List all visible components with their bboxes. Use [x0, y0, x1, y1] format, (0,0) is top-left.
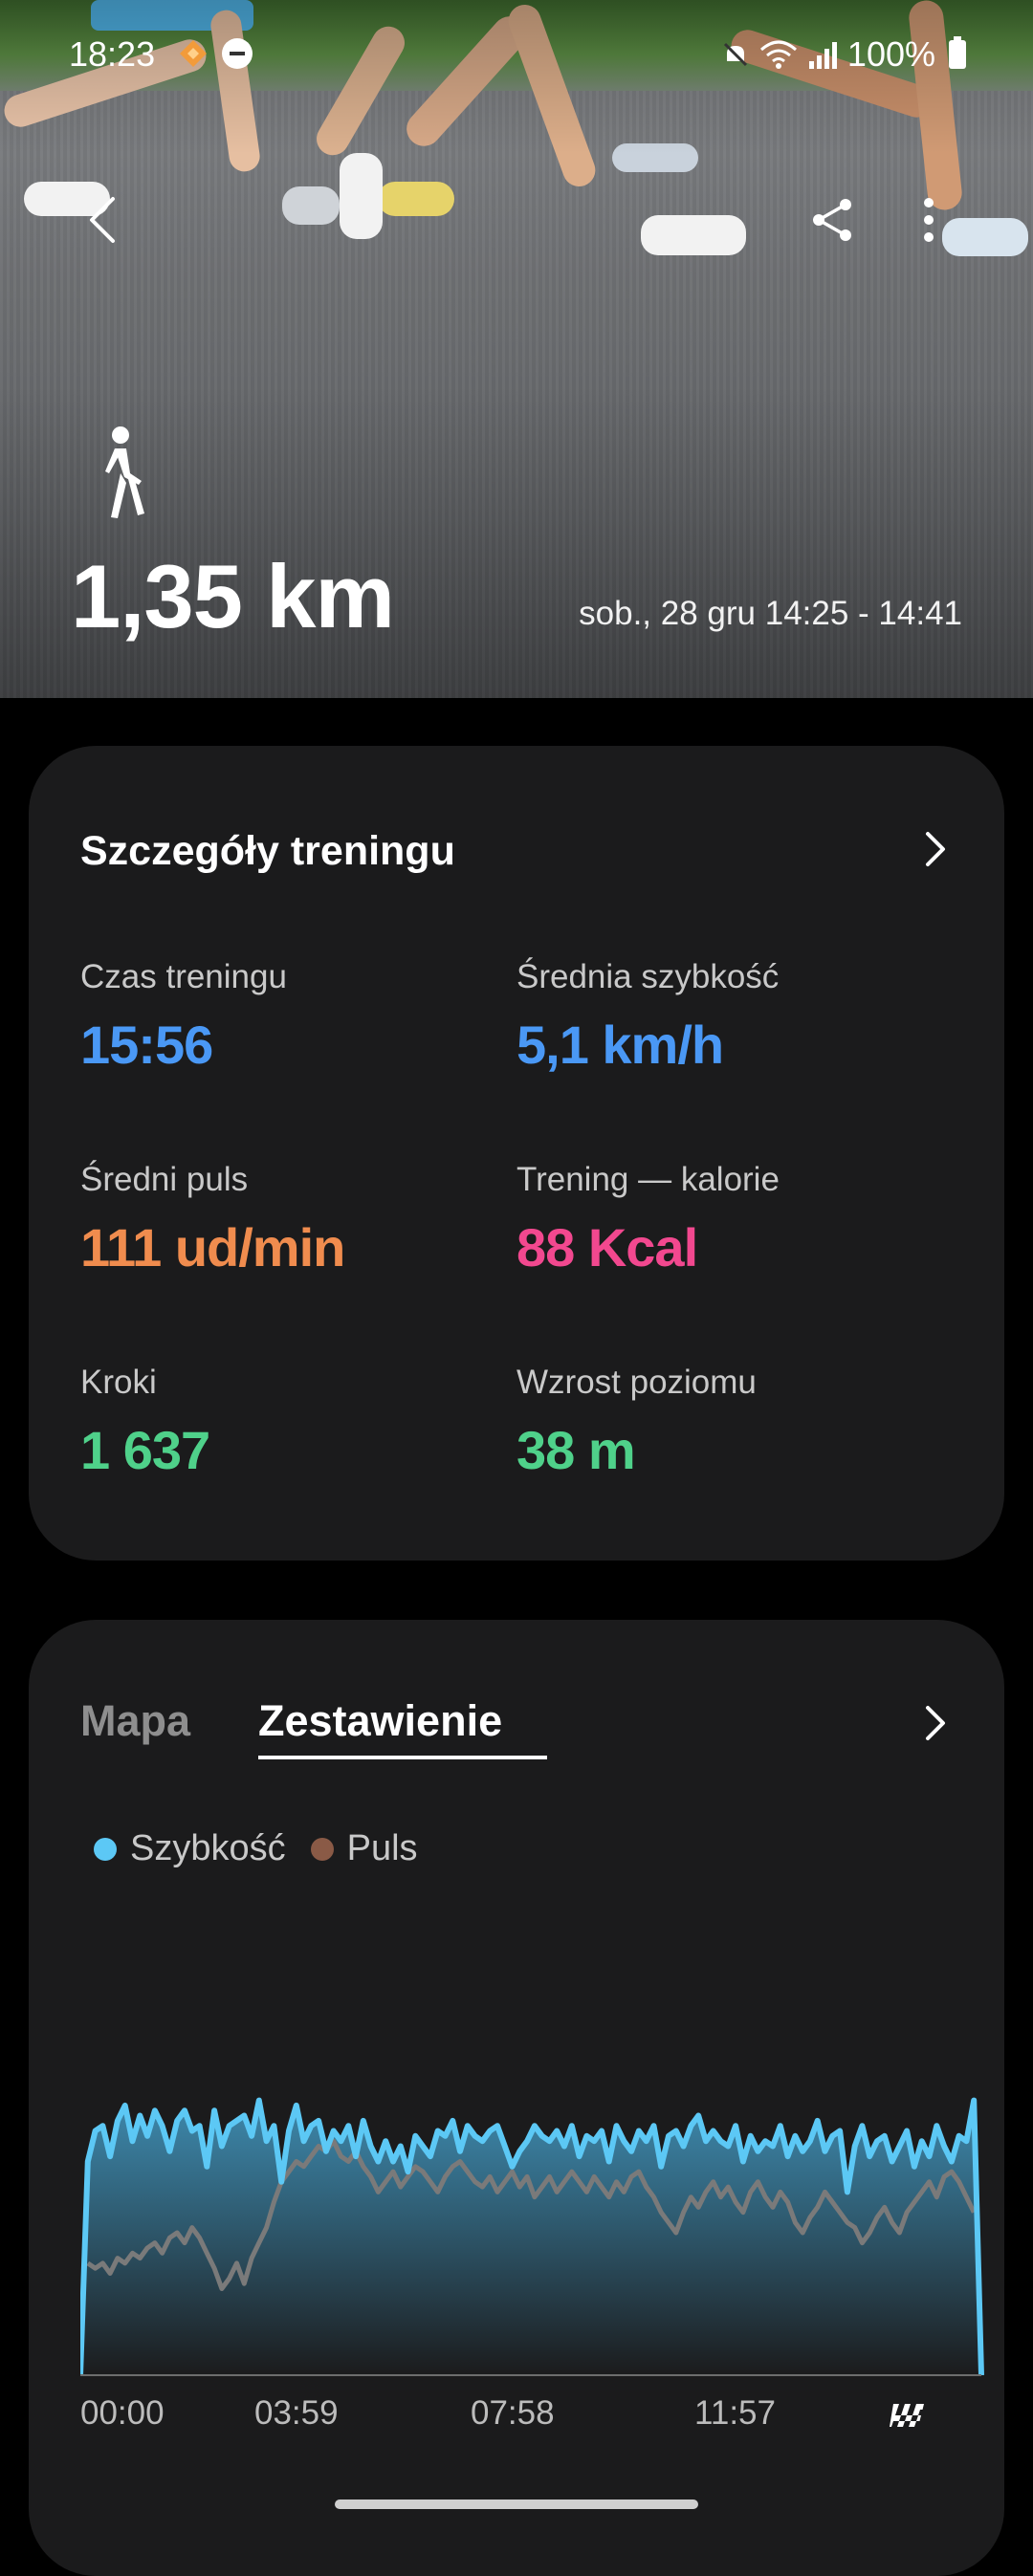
metric-label: Wzrost poziomu [516, 1364, 757, 1401]
workout-details-card[interactable]: Szczegóły treningu Czas treningu 15:56 Ś… [29, 746, 1004, 1561]
metric-avg-heart-rate: Średni puls 111 ud/min [80, 1161, 345, 1278]
signal-icon [808, 42, 837, 69]
metric-label: Czas treningu [80, 958, 287, 995]
metric-label: Średnia szybkość [516, 958, 780, 995]
legend-dot [310, 1837, 334, 1861]
metric-avg-speed: Średnia szybkość 5,1 km/h [516, 958, 779, 1076]
metric-value: 5,1 km/h [516, 1015, 724, 1075]
workout-date-range: sob., 28 gru 14:25 - 14:41 [579, 595, 962, 632]
more-vert-icon[interactable] [904, 191, 961, 249]
status-bar: 18:23 100% [0, 31, 1033, 78]
notification-icon [180, 40, 207, 67]
battery-icon [949, 36, 966, 69]
x-tick-label: 03:59 [254, 2394, 339, 2432]
finish-flag-icon [890, 2404, 924, 2427]
metric-duration: Czas treningu 15:56 [80, 958, 287, 1076]
chevron-right-icon[interactable] [918, 828, 953, 870]
summary-card: Mapa Zestawienie Szybkość Puls 00:00 03:… [29, 1620, 1004, 2576]
metric-label: Trening — kalorie [516, 1161, 780, 1198]
chevron-right-icon[interactable] [918, 1702, 953, 1744]
x-tick-label: 07:58 [471, 2394, 555, 2432]
legend-item-speed[interactable]: Szybkość [94, 1828, 286, 1869]
tab-summary[interactable]: Zestawienie [258, 1696, 502, 1746]
distance-value: 1,35 km [71, 546, 395, 646]
wifi-icon [759, 40, 797, 69]
x-tick-label: 00:00 [80, 2394, 165, 2432]
x-tick-label: 11:57 [694, 2394, 776, 2432]
do-not-disturb-icon [222, 38, 253, 69]
metric-label: Kroki [80, 1364, 157, 1401]
chart-legend: Szybkość Puls [94, 1828, 443, 1869]
metric-calories: Trening — kalorie 88 Kcal [516, 1161, 780, 1278]
tab-indicator [258, 1756, 547, 1759]
metric-value: 111 ud/min [80, 1217, 345, 1277]
mute-icon [723, 42, 747, 67]
metric-steps: Kroki 1 637 [80, 1364, 210, 1481]
details-title: Szczegóły treningu [80, 828, 455, 874]
legend-label: Puls [346, 1828, 418, 1868]
metric-label: Średni puls [80, 1161, 249, 1198]
metric-value: 88 Kcal [516, 1217, 698, 1277]
metric-value: 38 m [516, 1420, 636, 1480]
metric-elevation-gain: Wzrost poziomu 38 m [516, 1364, 757, 1481]
legend-dot [94, 1837, 117, 1861]
legend-label: Szybkość [130, 1828, 286, 1868]
legend-item-heart-rate[interactable]: Puls [310, 1828, 418, 1869]
walk-icon [105, 426, 144, 518]
home-indicator[interactable] [335, 2500, 698, 2509]
metric-value: 1 637 [80, 1420, 210, 1480]
hero-image: 18:23 100% 1,35 km sob., 28 gru 14:25 - … [0, 0, 1033, 698]
back-icon[interactable] [77, 191, 134, 249]
status-time: 18:23 [69, 34, 156, 74]
metric-value: 15:56 [80, 1015, 213, 1075]
speed-area [80, 2100, 981, 2375]
tab-map[interactable]: Mapa [80, 1696, 190, 1746]
battery-percent: 100% [846, 34, 935, 74]
share-icon[interactable] [803, 191, 861, 249]
